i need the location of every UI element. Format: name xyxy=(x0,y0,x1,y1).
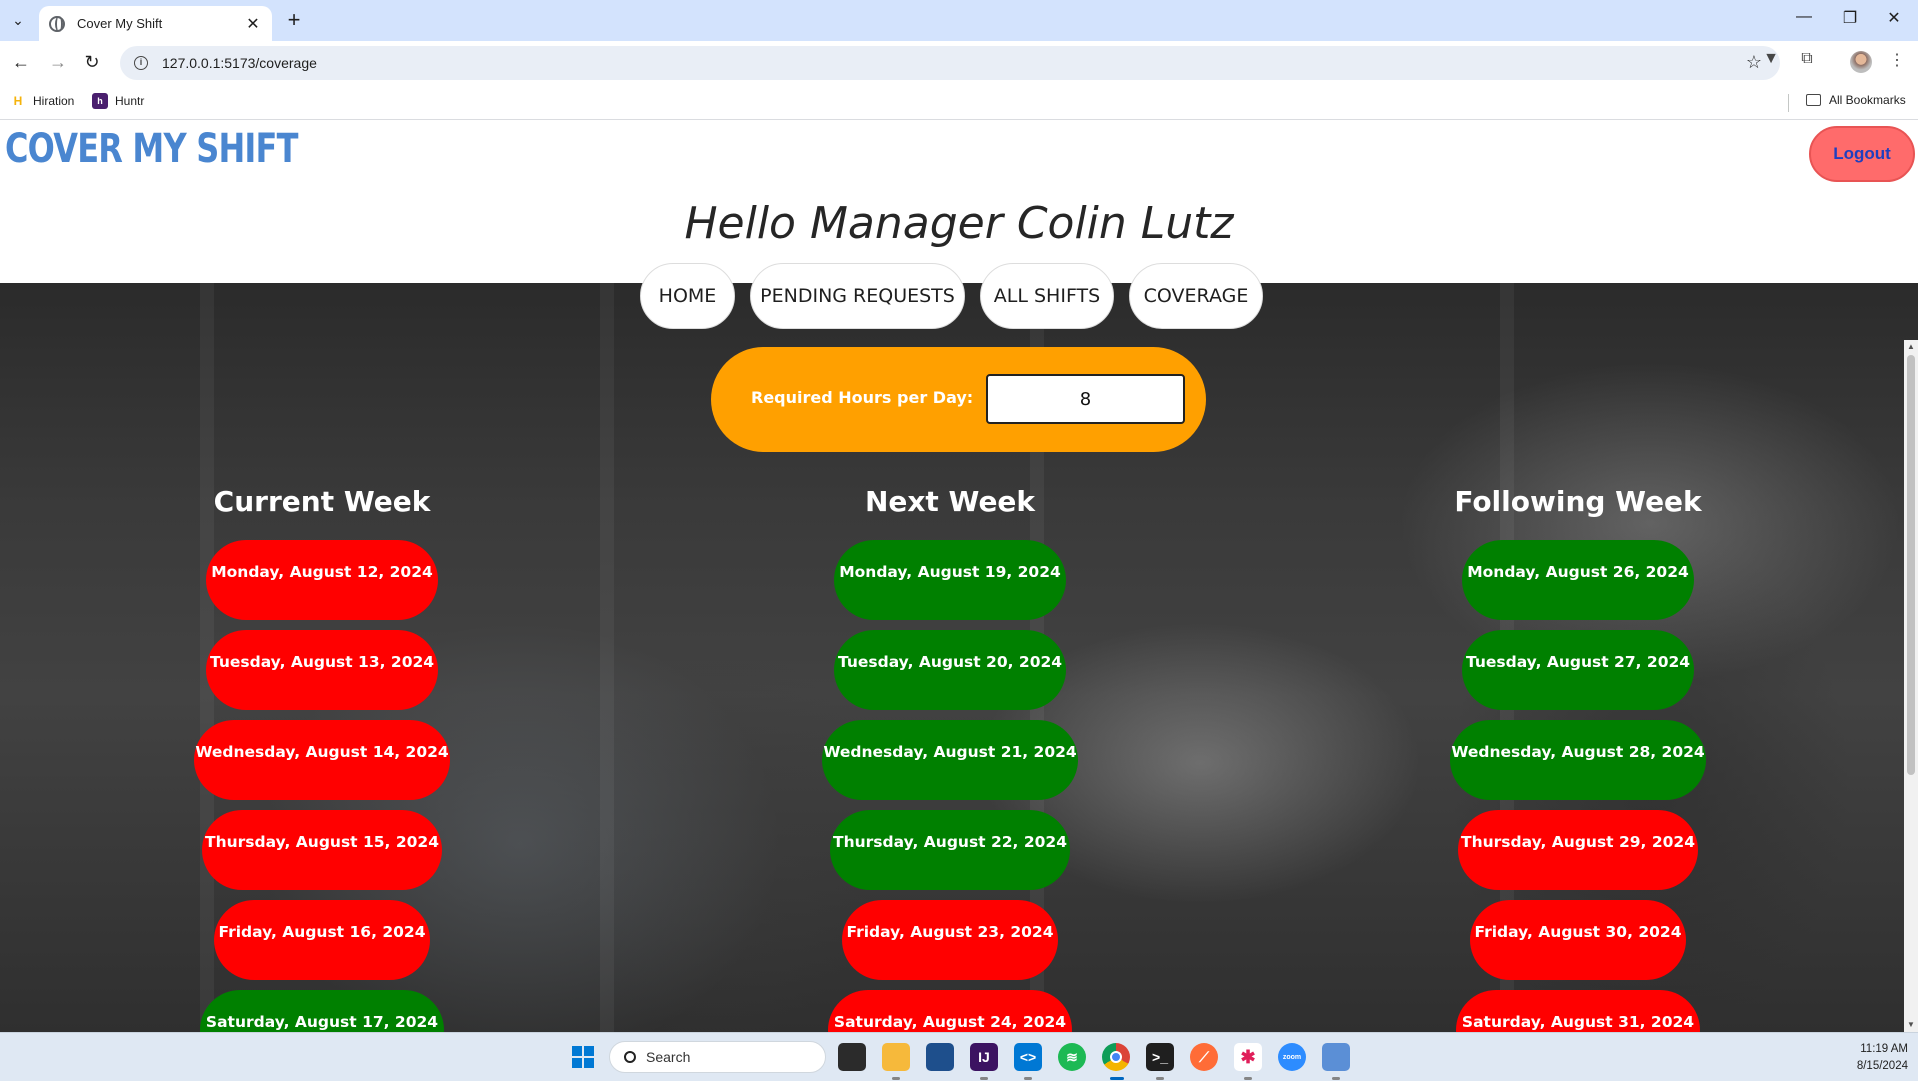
nav-all-shifts-button[interactable]: ALL SHIFTS xyxy=(980,263,1114,329)
clock-time: 11:19 AM xyxy=(1860,1043,1908,1055)
week-column: Following Week xyxy=(1443,485,1713,525)
day-coverage-pill[interactable]: Friday, August 30, 2024 xyxy=(1470,900,1686,980)
all-bookmarks-label: All Bookmarks xyxy=(1829,93,1906,107)
day-coverage-pill[interactable]: Friday, August 16, 2024 xyxy=(214,900,430,980)
bookmarks-bar: H Hiration h Huntr All Bookmarks xyxy=(0,84,1918,120)
close-window-icon[interactable]: ✕ xyxy=(1878,8,1910,32)
scroll-down-icon[interactable]: ▼ xyxy=(1904,1018,1918,1032)
required-hours-panel: Required Hours per Day: xyxy=(711,347,1206,452)
day-coverage-pill[interactable]: Monday, August 19, 2024 xyxy=(834,540,1066,620)
day-coverage-pill[interactable]: Monday, August 12, 2024 xyxy=(206,540,438,620)
globe-icon xyxy=(49,15,65,32)
back-arrow-icon[interactable]: ← xyxy=(9,50,33,74)
bookmark-hiration[interactable]: H Hiration xyxy=(10,93,75,109)
close-tab-icon[interactable]: ✕ xyxy=(244,14,262,34)
spotify-icon[interactable]: ≋ xyxy=(1058,1043,1086,1071)
postman-icon[interactable]: ⟋ xyxy=(1190,1043,1218,1071)
day-coverage-pill[interactable]: Wednesday, August 14, 2024 xyxy=(194,720,450,800)
week-title: Current Week xyxy=(213,485,431,518)
nav-home-button[interactable]: HOME xyxy=(640,263,735,329)
browser-toolbar: ← → ↻ i 127.0.0.1:5173/coverage ☆ ▼ ⧉ ⋮ xyxy=(0,41,1918,84)
hiration-icon: H xyxy=(13,94,23,108)
browser-tab-strip: ⌄ Cover My Shift ✕ + — ❐ ✕ xyxy=(0,0,1918,41)
app-header: COVER MY SHIFT Logout Hello Manager Coli… xyxy=(0,120,1918,283)
new-tab-button[interactable]: + xyxy=(282,9,306,33)
week-title: Following Week xyxy=(1454,485,1702,518)
reload-icon[interactable]: ↻ xyxy=(80,50,104,74)
tab-search-chevron-icon[interactable]: ⌄ xyxy=(6,8,30,32)
minimize-icon[interactable]: — xyxy=(1788,8,1820,32)
terminal-icon[interactable]: >_ xyxy=(1146,1043,1174,1071)
day-coverage-pill[interactable]: Tuesday, August 27, 2024 xyxy=(1462,630,1694,710)
day-coverage-pill[interactable]: Tuesday, August 20, 2024 xyxy=(834,630,1066,710)
vscode-icon[interactable]: <> xyxy=(1014,1043,1042,1071)
restore-icon[interactable]: ❐ xyxy=(1834,8,1866,32)
bookmark-huntr[interactable]: h Huntr xyxy=(92,93,144,109)
all-bookmarks-button[interactable]: All Bookmarks xyxy=(1806,93,1906,107)
greeting-heading: Hello Manager Colin Lutz xyxy=(684,198,1234,249)
file-explorer-icon[interactable] xyxy=(882,1043,910,1071)
page-scrollbar[interactable]: ▲ ▼ xyxy=(1904,340,1918,1032)
week-column: Current Week xyxy=(187,485,457,525)
taskbar-search-box[interactable]: Search xyxy=(609,1041,826,1073)
logout-button[interactable]: Logout xyxy=(1809,126,1915,182)
huntr-icon: h xyxy=(92,93,108,109)
slack-icon[interactable]: ✱ xyxy=(1234,1043,1262,1071)
bookmark-label: Hiration xyxy=(33,94,75,108)
nav-coverage-button[interactable]: COVERAGE xyxy=(1129,263,1263,329)
scroll-thumb[interactable] xyxy=(1907,355,1915,775)
profile-avatar[interactable] xyxy=(1850,51,1872,73)
vpn-extension-icon[interactable]: ▼ xyxy=(1760,50,1782,72)
brand-logo[interactable]: COVER MY SHIFT xyxy=(5,126,298,172)
day-coverage-pill[interactable]: Wednesday, August 28, 2024 xyxy=(1450,720,1706,800)
day-coverage-pill[interactable]: Tuesday, August 13, 2024 xyxy=(206,630,438,710)
windows-taskbar: Search IJ <> ≋ >_ ⟋ ✱ zoom 11:19 AM 8/15… xyxy=(0,1032,1918,1081)
search-icon xyxy=(624,1051,636,1063)
taskbar-search-placeholder: Search xyxy=(646,1049,691,1065)
day-coverage-pill[interactable]: Thursday, August 15, 2024 xyxy=(202,810,442,890)
bookmark-label: Huntr xyxy=(115,94,145,108)
scroll-up-icon[interactable]: ▲ xyxy=(1904,340,1918,354)
nav-pending-requests-button[interactable]: PENDING REQUESTS xyxy=(750,263,965,329)
bookmark-divider xyxy=(1788,94,1789,112)
chrome-icon[interactable] xyxy=(1102,1043,1130,1071)
url-text: 127.0.0.1:5173/coverage xyxy=(162,55,317,71)
zoom-icon[interactable]: zoom xyxy=(1278,1043,1306,1071)
intellij-icon[interactable]: IJ xyxy=(970,1043,998,1071)
task-view-icon[interactable] xyxy=(838,1043,866,1071)
day-coverage-pill[interactable]: Wednesday, August 21, 2024 xyxy=(822,720,1078,800)
clock-date: 8/15/2024 xyxy=(1856,1060,1908,1072)
browser-tab-active[interactable]: Cover My Shift ✕ xyxy=(39,6,272,41)
address-bar[interactable]: i 127.0.0.1:5173/coverage ☆ xyxy=(120,46,1780,80)
site-info-icon[interactable]: i xyxy=(134,56,148,70)
required-hours-label: Required Hours per Day: xyxy=(751,388,974,407)
day-coverage-pill[interactable]: Thursday, August 22, 2024 xyxy=(830,810,1070,890)
browser-menu-icon[interactable]: ⋮ xyxy=(1886,50,1908,72)
day-coverage-pill[interactable]: Thursday, August 29, 2024 xyxy=(1458,810,1698,890)
windows-start-icon[interactable] xyxy=(569,1043,597,1071)
extensions-puzzle-icon[interactable]: ⧉ xyxy=(1796,50,1818,72)
day-coverage-pill[interactable]: Friday, August 23, 2024 xyxy=(842,900,1058,980)
notepad-icon[interactable] xyxy=(1322,1043,1350,1071)
week-title: Next Week xyxy=(864,485,1036,518)
week-column: Next Week xyxy=(815,485,1085,525)
system-clock[interactable]: 11:19 AM 8/15/2024 xyxy=(1826,1041,1916,1075)
day-coverage-pill[interactable]: Monday, August 26, 2024 xyxy=(1462,540,1694,620)
microsoft-store-icon[interactable] xyxy=(926,1043,954,1071)
required-hours-input[interactable] xyxy=(986,374,1185,424)
tab-title: Cover My Shift xyxy=(77,16,163,31)
forward-arrow-icon[interactable]: → xyxy=(46,50,70,74)
folder-icon xyxy=(1806,94,1821,106)
